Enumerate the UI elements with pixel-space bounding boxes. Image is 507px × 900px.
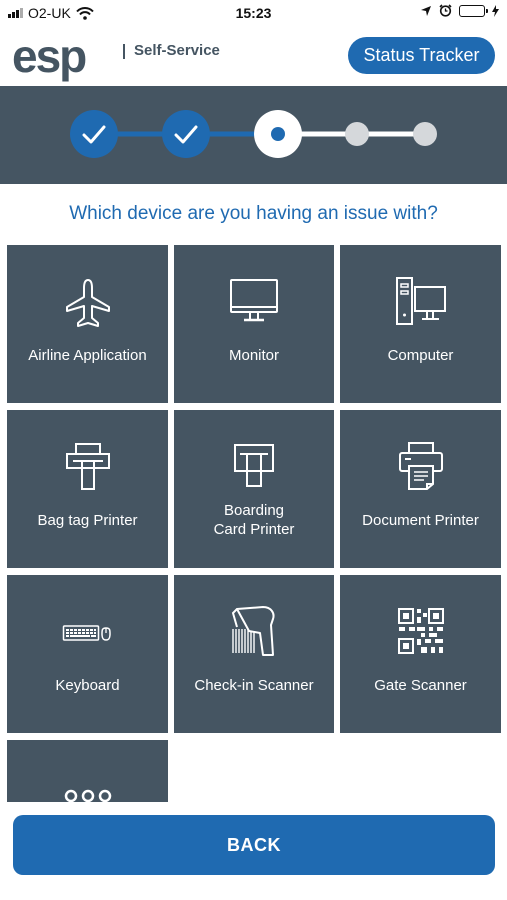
header-divider — [123, 44, 125, 59]
location-icon — [421, 5, 431, 16]
device-tile-computer[interactable]: Computer — [340, 245, 501, 403]
alarm-icon — [439, 4, 452, 17]
device-tile-boarding-card-printer[interactable]: Boarding Card Printer — [174, 410, 334, 568]
qr-code-icon — [398, 608, 444, 654]
step-1-completed — [70, 110, 118, 158]
airplane-icon — [66, 279, 110, 327]
progress-stepper — [0, 86, 507, 184]
step-4-pending — [345, 122, 369, 146]
computer-icon — [396, 277, 446, 325]
status-bar: O2-UK 15:23 — [0, 0, 507, 26]
status-bar-right — [420, 4, 499, 17]
device-label: Document Printer — [362, 512, 479, 529]
battery-icon — [459, 4, 488, 17]
device-tile-monitor[interactable]: Monitor — [174, 245, 334, 403]
esp-logo: esp — [12, 30, 87, 82]
header-subtitle: Self-Service — [134, 42, 220, 59]
step-3-current — [254, 110, 302, 158]
device-label: Computer — [387, 347, 454, 364]
document-printer-icon — [399, 442, 443, 490]
device-label: Monitor — [228, 347, 280, 364]
device-label-line-1: Boarding — [223, 502, 285, 519]
monitor-icon — [230, 279, 278, 322]
device-question: Which device are you having an issue wit… — [69, 203, 438, 224]
device-label: Check-in Scanner — [194, 677, 314, 694]
barcode-scanner-icon — [231, 606, 275, 656]
progress-stepper-graphic — [70, 110, 437, 158]
keyboard-icon — [62, 625, 111, 641]
device-tile-keyboard[interactable]: Keyboard — [7, 575, 168, 733]
more-icon — [64, 789, 112, 803]
device-tile-bag-tag-printer[interactable]: Bag tag Printer — [7, 410, 168, 568]
device-label: Keyboard — [55, 677, 120, 694]
app-header: esp Self-Service Status Tracker — [0, 26, 507, 86]
device-label-line-2: Card Printer — [213, 521, 295, 538]
device-label: Gate Scanner — [374, 677, 467, 694]
step-5-pending — [413, 122, 437, 146]
device-tile-gate-scanner[interactable]: Gate Scanner — [340, 575, 501, 733]
boarding-card-printer-icon — [234, 444, 274, 487]
device-tile-airline-application[interactable]: Airline Application — [7, 245, 168, 403]
device-tile-check-in-scanner[interactable]: Check-in Scanner — [174, 575, 334, 733]
step-2-completed — [162, 110, 210, 158]
device-tile-document-printer[interactable]: Document Printer — [340, 410, 501, 568]
bag-tag-printer-icon — [66, 443, 110, 490]
back-button[interactable]: BACK — [13, 815, 495, 875]
charging-icon — [492, 4, 499, 17]
device-tile-more[interactable] — [7, 740, 168, 803]
device-label: Bag tag Printer — [37, 512, 138, 529]
device-label: Airline Application — [28, 347, 147, 364]
status-tracker-button[interactable]: Status Tracker — [348, 37, 495, 74]
